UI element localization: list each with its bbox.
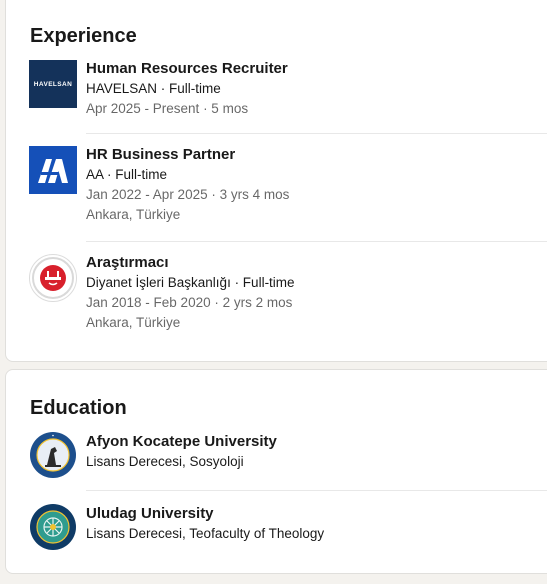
job-location: Ankara, Türkiye bbox=[86, 315, 181, 330]
degree: Lisans Derecesi, Sosyoloji bbox=[86, 454, 244, 469]
job-title[interactable]: Araştırmacı bbox=[86, 253, 547, 273]
job-location: Ankara, Türkiye bbox=[86, 207, 181, 222]
job-dates: Apr 2025 - Present · 5 mos bbox=[86, 101, 249, 116]
uludag-seal-logo[interactable] bbox=[29, 503, 77, 551]
job-dates: Jan 2018 - Feb 2020 · 2 yrs 2 mos bbox=[86, 295, 293, 310]
aa-icon bbox=[38, 159, 68, 183]
company-name: AA · Full-time bbox=[86, 167, 168, 182]
education-heading: Education bbox=[30, 397, 127, 419]
diyanet-emblem-icon bbox=[32, 257, 74, 299]
anadolu-agency-logo[interactable] bbox=[29, 146, 77, 194]
experience-section: Experience HAVELSAN Human Resources Recr… bbox=[5, 0, 547, 362]
havelsan-logo-text: HAVELSAN bbox=[33, 80, 73, 88]
havelsan-logo[interactable]: HAVELSAN bbox=[29, 60, 77, 108]
afyon-kocatepe-seal-logo[interactable] bbox=[29, 431, 77, 479]
diyanet-logo[interactable] bbox=[29, 254, 77, 302]
experience-heading: Experience bbox=[30, 25, 137, 47]
divider bbox=[86, 490, 547, 491]
school-name[interactable]: Uludag University bbox=[86, 504, 547, 524]
education-section: Education Afyon Kocatepe University Lisa… bbox=[5, 369, 547, 574]
university-seal-icon bbox=[30, 504, 76, 550]
university-seal-icon bbox=[30, 432, 76, 478]
job-dates: Jan 2022 - Apr 2025 · 3 yrs 4 mos bbox=[86, 187, 290, 202]
company-name: Diyanet İşleri Başkanlığı · Full-time bbox=[86, 275, 295, 290]
divider bbox=[86, 133, 547, 134]
degree: Lisans Derecesi, Teofaculty of Theology bbox=[86, 526, 325, 541]
company-name: HAVELSAN · Full-time bbox=[86, 81, 221, 96]
job-title[interactable]: HR Business Partner bbox=[86, 145, 547, 165]
school-name[interactable]: Afyon Kocatepe University bbox=[86, 432, 547, 452]
job-title[interactable]: Human Resources Recruiter bbox=[86, 59, 547, 79]
divider bbox=[86, 241, 547, 242]
